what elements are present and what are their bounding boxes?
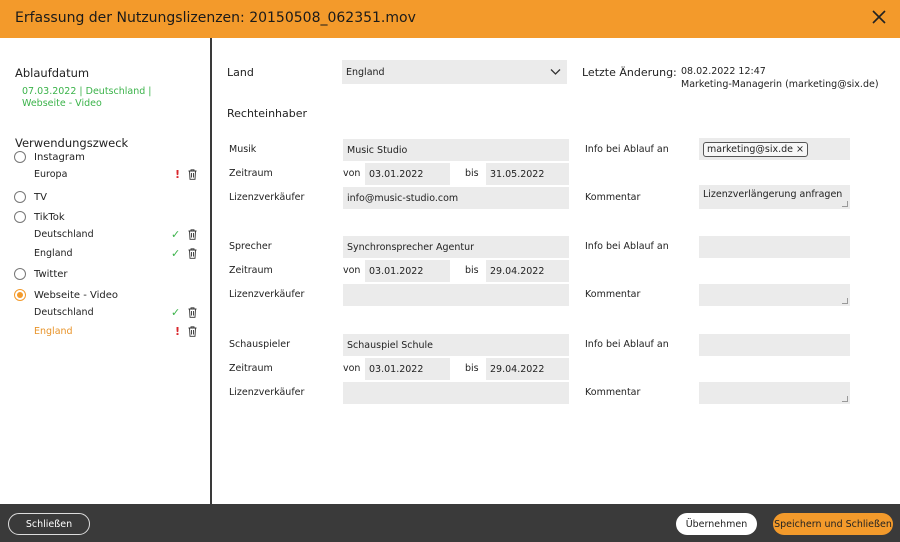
from-label: von: [343, 168, 361, 179]
purpose-option-twitter[interactable]: Twitter: [14, 266, 68, 282]
comment-label: Kommentar: [585, 289, 641, 300]
close-button[interactable]: Schließen: [8, 513, 90, 535]
to-label: bis: [465, 265, 479, 276]
radio-icon[interactable]: [14, 151, 26, 163]
purpose-option-webseite-video[interactable]: Webseite - Video: [14, 287, 118, 303]
period-label: Zeitraum: [229, 168, 273, 179]
seller-label: Lizenzverkäufer: [229, 387, 305, 398]
radio-icon[interactable]: [14, 191, 26, 203]
subitem-europa[interactable]: Europa: [34, 169, 67, 180]
changed-by: Marketing-Managerin (marketing@six.de): [681, 79, 879, 90]
trash-icon[interactable]: [188, 307, 197, 318]
subitem-deutschland[interactable]: Deutschland: [34, 229, 94, 240]
radio-icon[interactable]: [14, 268, 26, 280]
comment-label: Kommentar: [585, 387, 641, 398]
subitem-england[interactable]: England: [34, 248, 73, 259]
comment-label: Kommentar: [585, 192, 641, 203]
info-recipients-input[interactable]: [699, 334, 850, 356]
option-label: Instagram: [34, 151, 85, 163]
comment-textarea[interactable]: Lizenzverlängerung anfragen: [699, 185, 850, 209]
info-label: Info bei Ablauf an: [585, 339, 669, 350]
seller-input[interactable]: [343, 284, 569, 306]
to-label: bis: [465, 363, 479, 374]
comment-textarea[interactable]: [699, 382, 850, 404]
changed-label: Letzte Änderung:: [582, 66, 677, 79]
period-label: Zeitraum: [229, 363, 273, 374]
option-label: Webseite - Video: [34, 289, 118, 301]
seller-input[interactable]: [343, 382, 569, 404]
window-title: Erfassung der Nutzungslizenzen: 20150508…: [15, 10, 416, 26]
holder-input[interactable]: Music Studio: [343, 139, 569, 161]
role-label: Sprecher: [229, 241, 272, 252]
land-select[interactable]: England: [342, 60, 567, 84]
main-panel: Land England Letzte Änderung: 08.02.2022…: [212, 38, 900, 504]
rights-heading: Rechteinhaber: [227, 107, 308, 120]
subitem-deutschland[interactable]: Deutschland: [34, 307, 94, 318]
expiry-info-line2: Webseite - Video: [22, 98, 102, 109]
apply-button[interactable]: Übernehmen: [676, 513, 757, 535]
from-date-input[interactable]: 03.01.2022: [365, 358, 450, 380]
info-recipients-input[interactable]: marketing@six.de ×: [699, 138, 850, 160]
to-date-input[interactable]: 29.04.2022: [486, 358, 569, 380]
from-date-input[interactable]: 03.01.2022: [365, 163, 450, 185]
period-label: Zeitraum: [229, 265, 273, 276]
recipient-chip[interactable]: marketing@six.de ×: [703, 141, 809, 157]
seller-input[interactable]: info@music-studio.com: [343, 187, 569, 209]
trash-icon[interactable]: [188, 229, 197, 240]
chevron-down-icon: [550, 69, 561, 75]
close-icon[interactable]: [868, 6, 890, 28]
option-label: TikTok: [34, 211, 65, 223]
info-recipients-input[interactable]: [699, 236, 850, 258]
land-value: England: [346, 66, 385, 78]
expiry-heading: Ablaufdatum: [15, 66, 90, 80]
role-label: Musik: [229, 144, 257, 155]
save-and-close-button[interactable]: Speichern und Schließen: [773, 513, 893, 535]
info-label: Info bei Ablauf an: [585, 144, 669, 155]
warning-icon: !: [175, 168, 181, 181]
trash-icon[interactable]: [188, 169, 197, 180]
purpose-option-tiktok[interactable]: TikTok: [14, 209, 65, 225]
subitem-england-active[interactable]: England: [34, 326, 73, 337]
recipient-email: marketing@six.de: [707, 143, 794, 155]
role-label: Schauspieler: [229, 339, 290, 350]
seller-label: Lizenzverkäufer: [229, 192, 305, 203]
check-icon: ✓: [171, 306, 181, 319]
to-date-input[interactable]: 31.05.2022: [486, 163, 569, 185]
to-label: bis: [465, 168, 479, 179]
seller-label: Lizenzverkäufer: [229, 289, 305, 300]
trash-icon[interactable]: [188, 248, 197, 259]
purpose-option-tv[interactable]: TV: [14, 189, 47, 205]
radio-icon[interactable]: [14, 211, 26, 223]
title-bar: Erfassung der Nutzungslizenzen: 20150508…: [0, 0, 900, 38]
from-label: von: [343, 363, 361, 374]
option-label: TV: [34, 191, 47, 203]
land-label: Land: [227, 66, 254, 79]
purpose-option-instagram[interactable]: Instagram: [14, 149, 85, 165]
check-icon: ✓: [171, 228, 181, 241]
warning-icon: !: [175, 325, 181, 338]
to-date-input[interactable]: 29.04.2022: [486, 260, 569, 282]
expiry-info-line1: 07.03.2022 | Deutschland |: [22, 86, 152, 97]
holder-input[interactable]: Synchronsprecher Agentur: [343, 236, 569, 258]
radio-selected-icon[interactable]: [14, 289, 26, 301]
trash-icon[interactable]: [188, 326, 197, 337]
footer-bar: Schließen Übernehmen Speichern und Schli…: [0, 504, 900, 542]
from-date-input[interactable]: 03.01.2022: [365, 260, 450, 282]
check-icon: ✓: [171, 247, 181, 260]
changed-date: 08.02.2022 12:47: [681, 66, 766, 77]
purpose-heading: Verwendungszweck: [15, 136, 129, 150]
remove-chip-icon[interactable]: ×: [796, 144, 804, 155]
info-label: Info bei Ablauf an: [585, 241, 669, 252]
option-label: Twitter: [34, 268, 68, 280]
holder-input[interactable]: Schauspiel Schule: [343, 334, 569, 356]
sidebar: Ablaufdatum 07.03.2022 | Deutschland | W…: [0, 38, 210, 504]
comment-textarea[interactable]: [699, 284, 850, 306]
from-label: von: [343, 265, 361, 276]
